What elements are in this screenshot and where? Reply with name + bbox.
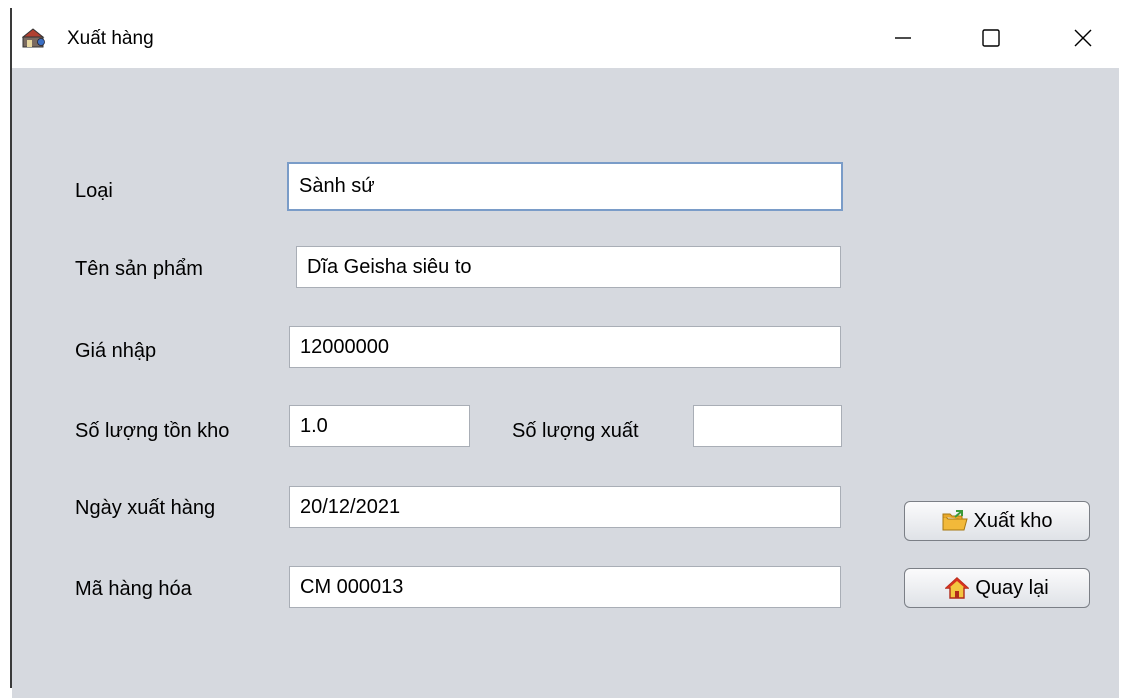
xuat-kho-button[interactable]: Xuất kho — [904, 501, 1090, 541]
xuat-kho-label: Xuất kho — [973, 509, 1053, 532]
so-luong-xuat-field[interactable] — [693, 405, 842, 447]
so-luong-xuat-label: Số lượng xuất — [512, 420, 639, 442]
ma-hang-hoa-field[interactable]: CM 000013 — [289, 566, 841, 608]
maximize-button[interactable] — [968, 18, 1014, 58]
gia-nhap-label: Giá nhập — [75, 340, 157, 362]
ten-san-pham-field[interactable]: Dĩa Geisha siêu to — [296, 246, 841, 288]
ten-san-pham-label: Tên sản phẩm — [75, 258, 203, 280]
folder-export-icon — [942, 510, 968, 531]
ngay-xuat-hang-field[interactable]: 20/12/2021 — [289, 486, 841, 528]
title-bar[interactable] — [12, 0, 1119, 68]
so-luong-ton-kho-field[interactable]: 1.0 — [289, 405, 470, 447]
close-icon — [1074, 29, 1092, 47]
maximize-icon — [982, 29, 1000, 47]
quay-lai-button[interactable]: Quay lại — [904, 568, 1090, 608]
window-title: Xuất hàng — [67, 28, 154, 49]
gia-nhap-field[interactable]: 12000000 — [289, 326, 841, 368]
loai-field[interactable]: Sành sứ — [287, 162, 843, 211]
ngay-xuat-hang-label: Ngày xuất hàng — [75, 497, 216, 519]
home-icon — [945, 577, 970, 599]
quay-lai-label: Quay lại — [975, 576, 1049, 599]
close-button[interactable] — [1060, 18, 1106, 58]
minimize-icon — [895, 37, 911, 39]
loai-label: Loại — [75, 180, 113, 202]
so-luong-ton-kho-label: Số lượng tồn kho — [75, 420, 230, 442]
app-icon — [21, 27, 46, 49]
ma-hang-hoa-label: Mã hàng hóa — [75, 578, 192, 600]
minimize-button[interactable] — [880, 18, 926, 58]
